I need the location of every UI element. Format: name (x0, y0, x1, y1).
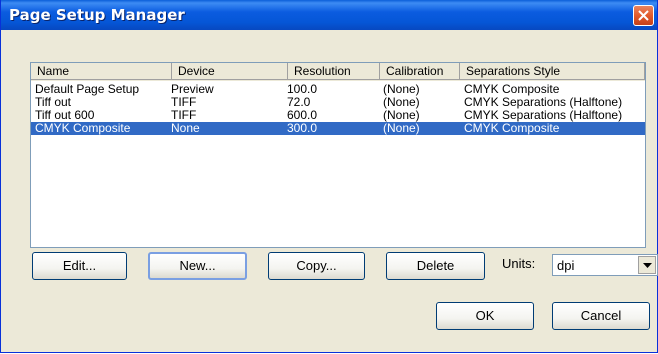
chevron-down-icon (643, 263, 652, 268)
cell-name: CMYK Composite (35, 121, 131, 135)
close-icon (638, 10, 649, 21)
new-button[interactable]: New... (148, 252, 247, 280)
units-dropdown[interactable]: dpi (552, 254, 658, 276)
units-dropdown-value: dpi (557, 258, 575, 273)
ok-button[interactable]: OK (436, 302, 534, 330)
page-setup-manager-window: Page Setup Manager Name Device Resolutio… (0, 0, 658, 353)
window-title: Page Setup Manager (9, 6, 185, 24)
units-label: Units: (502, 256, 536, 271)
close-button[interactable] (633, 5, 654, 26)
copy-button[interactable]: Copy... (268, 252, 365, 280)
cell-device: None (171, 121, 200, 135)
column-header-device[interactable]: Device (172, 63, 288, 80)
cancel-button[interactable]: Cancel (552, 302, 650, 330)
list-header: Name Device Resolution Calibration Separ… (31, 63, 645, 81)
cell-resolution: 300.0 (287, 121, 318, 135)
column-header-separations-style[interactable]: Separations Style (460, 63, 645, 80)
dropdown-arrow-button[interactable] (638, 256, 656, 274)
cell-separations-style: CMYK Composite (464, 121, 560, 135)
title-bar[interactable]: Page Setup Manager (1, 0, 657, 30)
column-header-calibration[interactable]: Calibration (380, 63, 460, 80)
column-header-resolution[interactable]: Resolution (288, 63, 380, 80)
delete-button[interactable]: Delete (386, 252, 485, 280)
column-header-name[interactable]: Name (31, 63, 172, 80)
dialog-body: Name Device Resolution Calibration Separ… (4, 30, 658, 349)
edit-button[interactable]: Edit... (32, 252, 127, 280)
table-row-selected[interactable]: CMYK Composite None 300.0 (None) CMYK Co… (31, 122, 645, 135)
page-setup-list[interactable]: Name Device Resolution Calibration Separ… (30, 62, 646, 248)
cell-calibration: (None) (383, 121, 420, 135)
